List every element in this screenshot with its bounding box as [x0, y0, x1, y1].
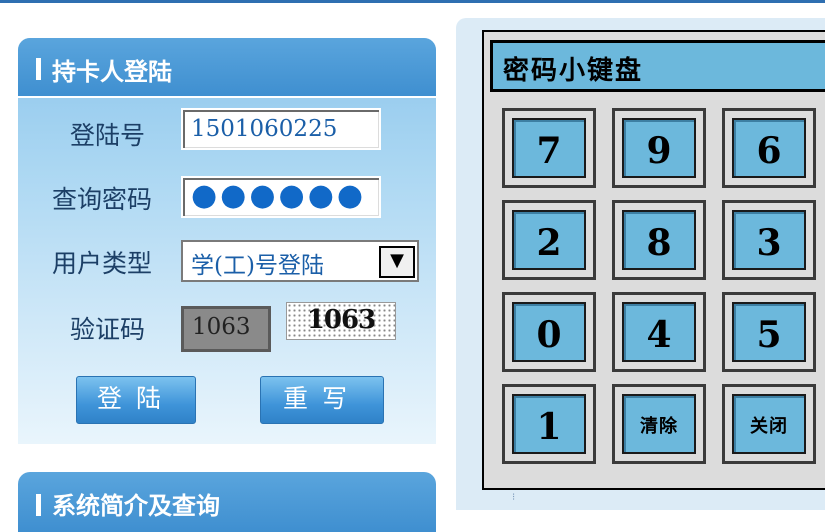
key-label: 2: [512, 210, 586, 270]
login-panel-title: 持卡人登陆: [52, 58, 172, 86]
keypad-key-7[interactable]: 7: [502, 108, 596, 188]
key-label: 清除: [622, 394, 696, 454]
key-label: 3: [732, 210, 806, 270]
key-label: 7: [512, 118, 586, 178]
decorative-dots-icon: ⁝: [512, 492, 516, 503]
keypad-header: 密码小键盘: [490, 40, 825, 92]
usertype-label: 用户类型: [52, 249, 153, 278]
header-bar-icon: [36, 58, 41, 80]
usertype-select[interactable]: 学(工)号登陆 ▼: [181, 240, 419, 282]
key-label: 4: [622, 302, 696, 362]
top-border-line: [0, 0, 825, 3]
usertype-selected-value: 学(工)号登陆: [191, 253, 324, 279]
captcha-input[interactable]: 1063: [181, 306, 271, 352]
keypad-key-6[interactable]: 6: [722, 108, 816, 188]
keypad-close-button[interactable]: 关闭: [722, 384, 816, 464]
keypad-key-3[interactable]: 3: [722, 200, 816, 280]
login-button[interactable]: 登陆: [76, 376, 196, 424]
password-keypad: 密码小键盘 7 9 6 2 8 3 0 4 5 1 清除 关闭: [482, 30, 825, 490]
key-label: 5: [732, 302, 806, 362]
keypad-key-8[interactable]: 8: [612, 200, 706, 280]
keypad-key-9[interactable]: 9: [612, 108, 706, 188]
chevron-down-icon[interactable]: ▼: [379, 246, 415, 278]
reset-button[interactable]: 重写: [260, 376, 384, 424]
keypad-key-1[interactable]: 1: [502, 384, 596, 464]
keypad-clear-button[interactable]: 清除: [612, 384, 706, 464]
key-label: 8: [622, 210, 696, 270]
key-label: 6: [732, 118, 806, 178]
cardholder-login-panel: 持卡人登陆 登陆号 1501060225 查询密码 ●●●●●● 用户类型 学(…: [18, 38, 436, 444]
system-intro-title: 系统简介及查询: [52, 492, 220, 520]
keypad-key-4[interactable]: 4: [612, 292, 706, 372]
key-label: 9: [622, 118, 696, 178]
account-label: 登陆号: [70, 121, 146, 150]
captcha-image[interactable]: 1063: [286, 302, 396, 340]
header-bar-icon: [36, 494, 41, 516]
system-intro-panel-header: 系统简介及查询: [18, 472, 436, 532]
keypad-key-2[interactable]: 2: [502, 200, 596, 280]
account-input[interactable]: 1501060225: [181, 108, 381, 150]
captcha-label: 验证码: [70, 315, 146, 344]
password-input[interactable]: ●●●●●●: [181, 176, 381, 218]
login-panel-header: 持卡人登陆: [18, 38, 436, 98]
keypad-title: 密码小键盘: [503, 56, 644, 86]
keypad-key-0[interactable]: 0: [502, 292, 596, 372]
password-label: 查询密码: [52, 185, 153, 214]
keypad-key-5[interactable]: 5: [722, 292, 816, 372]
key-label: 1: [512, 394, 586, 454]
key-label: 0: [512, 302, 586, 362]
key-label: 关闭: [732, 394, 806, 454]
